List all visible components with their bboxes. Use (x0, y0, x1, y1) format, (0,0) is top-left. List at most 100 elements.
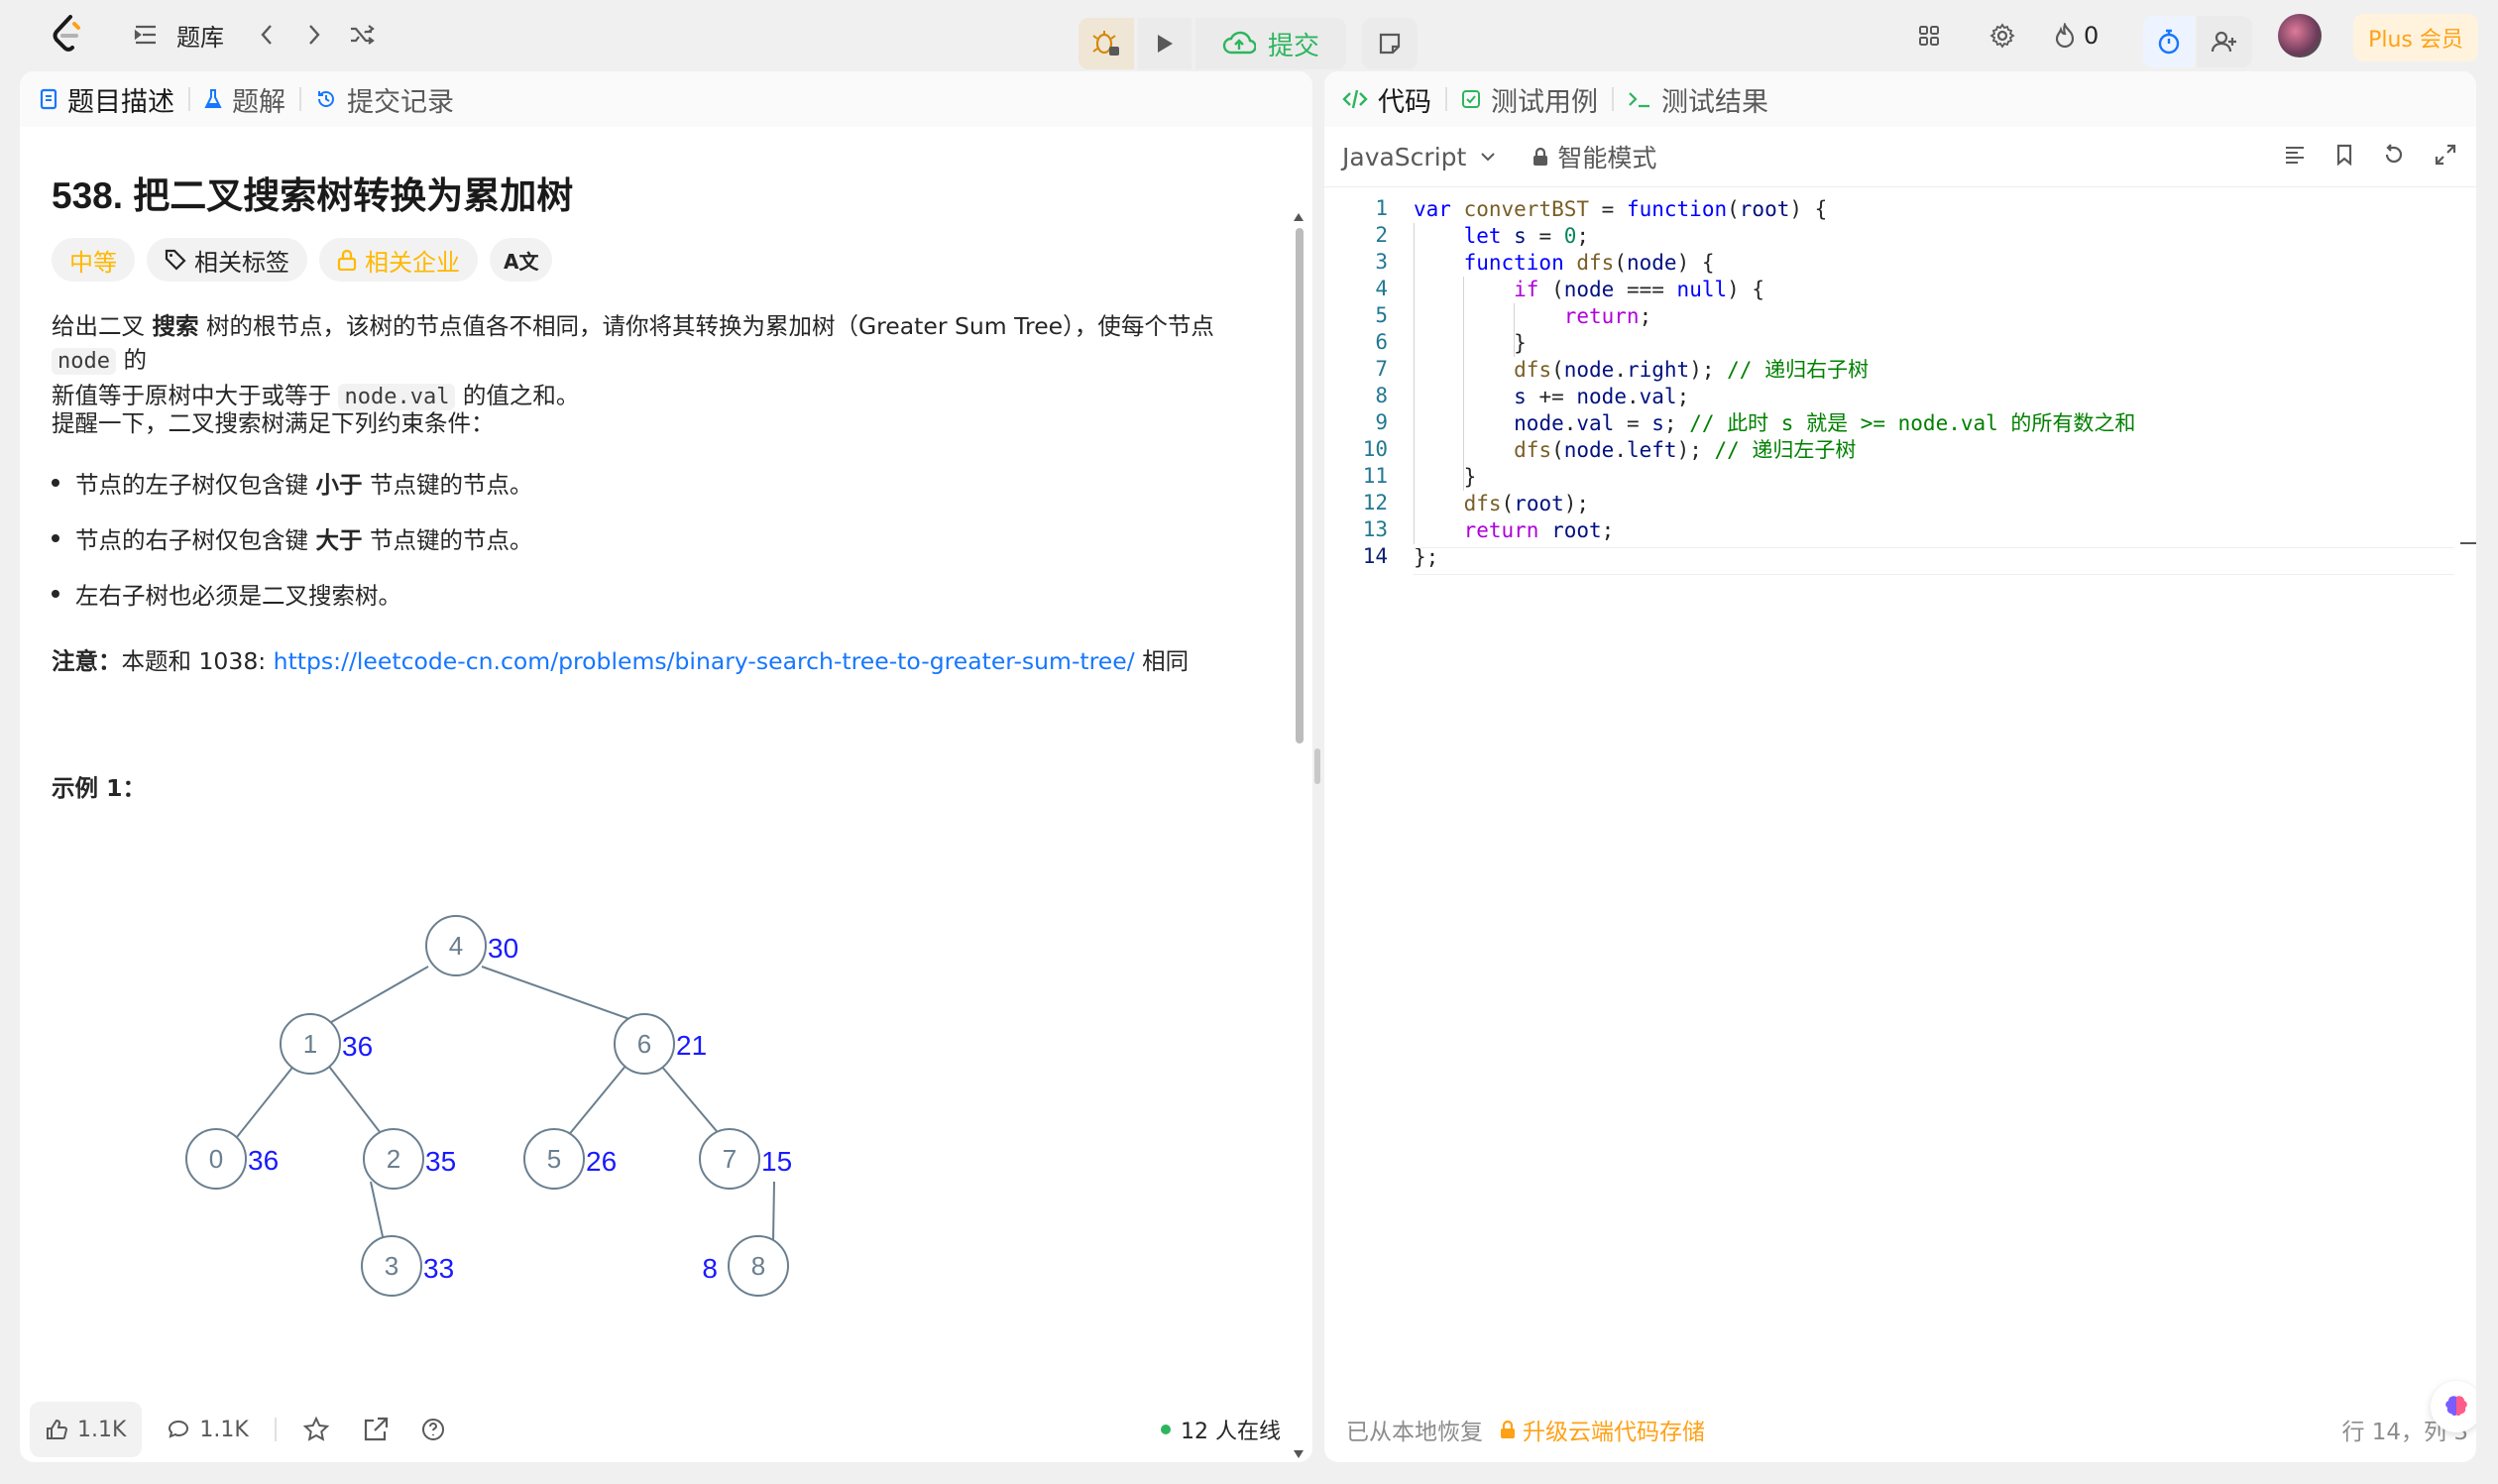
next-problem-icon[interactable] (299, 20, 329, 50)
run-button[interactable] (1138, 18, 1192, 69)
tree-node-value: 1 (303, 1029, 317, 1059)
thumbs-up-icon (47, 1419, 67, 1439)
online-dot-icon (1161, 1425, 1171, 1434)
tab-submissions-label: 提交记录 (347, 86, 454, 118)
history-icon (318, 91, 334, 107)
tree-node-value: 6 (637, 1029, 651, 1059)
right-tabs: 代码 测试用例 测试结果 (1324, 71, 2476, 127)
code-line[interactable]: return root; (1414, 517, 1615, 544)
smart-mode-toggle[interactable]: 智能模式 (1532, 139, 1656, 174)
tab-test-results[interactable]: 测试结果 (1614, 71, 1782, 127)
code-line[interactable]: dfs(node.right); // 递归右子树 (1414, 357, 1869, 384)
bullet-text: 左右子树也必须是二叉搜索树。 (75, 582, 401, 610)
tab-description[interactable]: 题目描述 (20, 71, 188, 127)
note-link[interactable]: https://leetcode-cn.com/problems/binary-… (274, 647, 1135, 675)
submit-button[interactable]: 提交 (1195, 18, 1346, 69)
current-line-highlight (1414, 547, 2454, 575)
tab-solutions[interactable]: 题解 (190, 71, 299, 127)
random-problem-icon[interactable] (347, 20, 377, 50)
tree-node-sum: 8 (702, 1253, 718, 1284)
code-line[interactable]: } (1414, 464, 1477, 491)
tree-node-sum: 30 (488, 933, 518, 964)
code-line[interactable]: } (1414, 330, 1527, 357)
plus-membership-button[interactable]: Plus 会员 (2353, 14, 2478, 61)
avatar[interactable] (2278, 14, 2322, 57)
line-number: 3 (1375, 250, 1388, 274)
problem-list-icon[interactable] (131, 20, 161, 50)
code-line[interactable]: let s = 0; (1414, 223, 1590, 250)
line-number: 7 (1375, 357, 1388, 381)
comment-count: 1.1K (199, 1417, 249, 1442)
indent-guide (1513, 303, 1515, 357)
tree-node-sum: 35 (425, 1146, 456, 1177)
timer-button[interactable] (2143, 16, 2195, 67)
tab-submissions[interactable]: 提交记录 (301, 71, 468, 127)
bookmark-icon[interactable] (2335, 144, 2353, 170)
settings-gear-icon[interactable] (1987, 20, 2018, 52)
editor-footer: 已从本地恢复 升级云端代码存储 行 14，列 3 (1324, 1397, 2476, 1462)
code-line[interactable]: s += node.val; (1414, 384, 1689, 410)
problem-chips: 中等 相关标签 相关企业 A文 (52, 238, 553, 282)
desc-text: 给出二叉 (52, 312, 153, 340)
code-line[interactable]: node.val = s; // 此时 s 就是 >= node.val 的所有… (1414, 410, 2135, 437)
share-icon (364, 1417, 388, 1441)
tab-testcases[interactable]: 测试用例 (1447, 71, 1612, 127)
related-tags-button[interactable]: 相关标签 (147, 238, 307, 282)
scroll-up-icon[interactable] (1293, 212, 1305, 222)
code-line[interactable]: return; (1414, 303, 1652, 330)
code-line[interactable]: if (node === null) { (1414, 277, 1764, 303)
note-paragraph: 注意：本题和 1038: https://leetcode-cn.com/pro… (52, 644, 1281, 678)
fullscreen-icon[interactable] (2435, 144, 2456, 170)
description-scrollbar[interactable] (1293, 212, 1305, 1459)
line-number: 2 (1375, 223, 1388, 247)
online-count: 12 人在线 (1181, 1420, 1281, 1444)
related-tags-label: 相关标签 (194, 248, 289, 277)
help-button[interactable] (405, 1402, 461, 1457)
upgrade-cloud-storage-link[interactable]: 升级云端代码存储 (1499, 1413, 1705, 1446)
problem-panel: 题目描述 题解 提交记录 538. 把二叉搜索树转换为累加树 中等 相关标签 相… (20, 71, 1312, 1462)
star-icon (302, 1416, 330, 1441)
share-button[interactable] (346, 1402, 405, 1457)
difficulty-badge: 中等 (52, 238, 135, 282)
code-line[interactable]: function dfs(node) { (1414, 250, 1715, 277)
tab-code[interactable]: 代码 (1324, 71, 1445, 127)
debug-button[interactable] (1079, 18, 1134, 69)
desc-text: 的值之和。 (455, 382, 580, 409)
flame-icon (2055, 23, 2075, 49)
panel-resize-handle[interactable] (1314, 748, 1320, 784)
translate-button[interactable]: A文 (490, 238, 553, 282)
reset-code-icon[interactable] (2383, 144, 2405, 170)
tree-edges (236, 966, 775, 1242)
note-button[interactable] (1362, 18, 1418, 69)
invite-button[interactable] (2197, 16, 2252, 67)
bullet-dot (52, 534, 59, 542)
like-button[interactable]: 1.1K (30, 1402, 143, 1457)
prev-problem-icon[interactable] (252, 20, 282, 50)
code-line[interactable]: dfs(root); (1414, 491, 1589, 517)
description-paragraph-1: 给出二叉 搜索 树的根节点，该树的节点值各不相同，请你将其转换为累加树（Grea… (52, 309, 1281, 414)
related-companies-button[interactable]: 相关企业 (319, 238, 478, 282)
language-select[interactable]: JavaScript (1342, 143, 1496, 171)
problem-bank-link[interactable]: 题库 (176, 18, 224, 52)
tree-edge (654, 1058, 723, 1138)
related-companies-label: 相关企业 (365, 248, 460, 277)
tree-edge (322, 1058, 385, 1138)
ai-assistant-button[interactable] (2431, 1381, 2476, 1432)
layout-grid-icon[interactable] (1913, 20, 1945, 52)
leetcode-logo[interactable] (48, 14, 87, 54)
tree-node-sum: 15 (761, 1146, 792, 1177)
code-line[interactable]: dfs(node.left); // 递归左子树 (1414, 437, 1856, 464)
bullet-text: 节点的右子树仅包含键 (75, 526, 316, 554)
bullet-dot (52, 479, 59, 487)
problem-footer: 1.1K 1.1K 12 人在线 (20, 1397, 1312, 1462)
code-line[interactable]: var convertBST = function(root) { (1414, 196, 1827, 223)
format-code-icon[interactable] (2284, 145, 2306, 169)
note-text: 本题和 1038: (121, 647, 274, 675)
example-title: 示例 1： (52, 774, 147, 802)
translate-icon: A文 (504, 249, 539, 274)
favorite-button[interactable] (286, 1402, 346, 1457)
scrollbar-thumb[interactable] (1296, 228, 1304, 743)
code-line[interactable]: }; (1414, 544, 1438, 571)
comments-button[interactable]: 1.1K (152, 1402, 264, 1457)
streak-counter[interactable]: 0 (2054, 18, 2099, 54)
